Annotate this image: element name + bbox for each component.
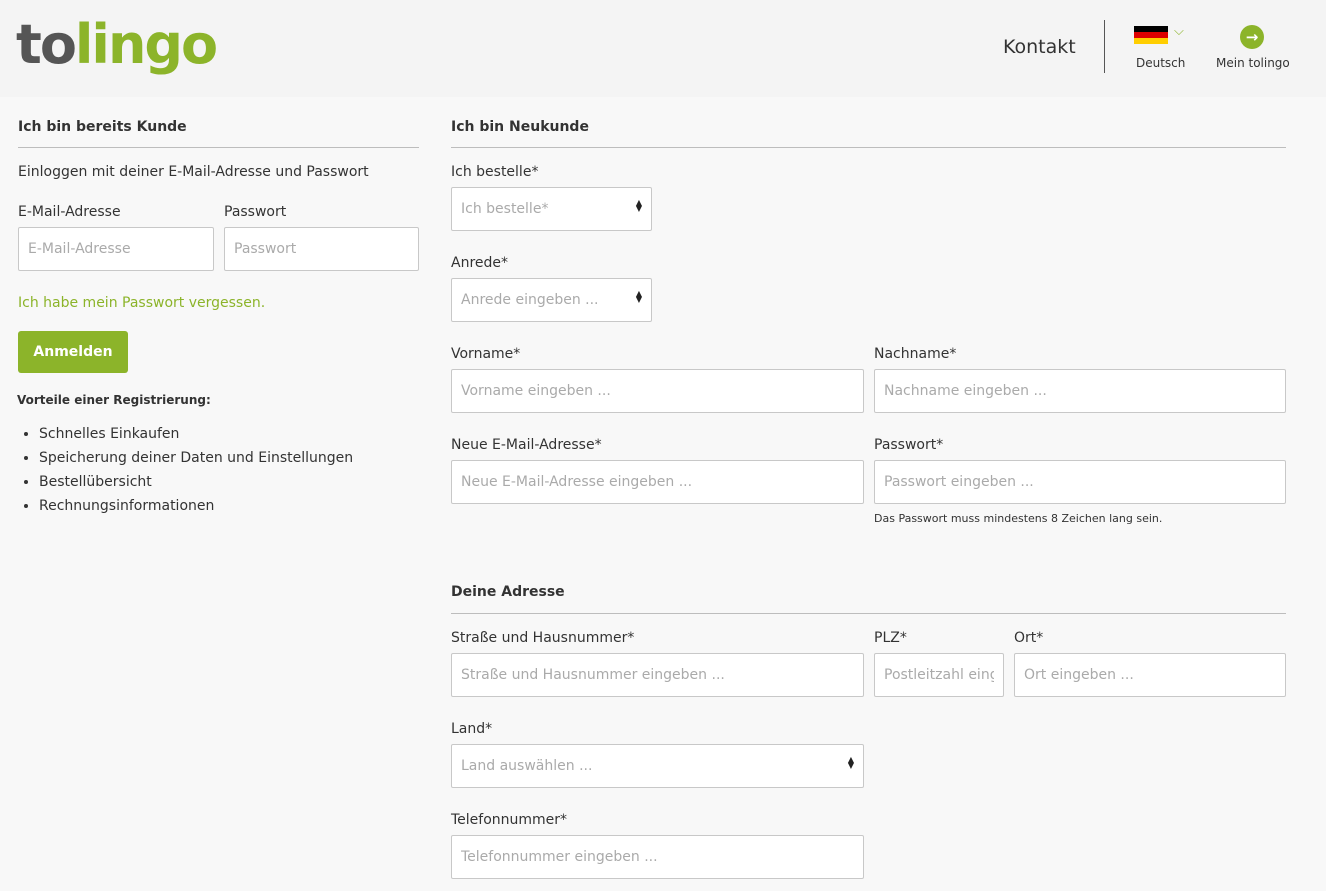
login-button[interactable]: Anmelden bbox=[18, 331, 128, 373]
register-heading: Ich bin Neukunde bbox=[451, 119, 589, 135]
zip-label: PLZ* bbox=[874, 630, 907, 646]
login-divider bbox=[18, 147, 419, 148]
login-intro: Einloggen mit deiner E-Mail-Adresse und … bbox=[18, 164, 369, 180]
german-flag-icon bbox=[1134, 26, 1168, 44]
benefit-item: Bestellübersicht bbox=[39, 472, 353, 496]
chevron-down-icon: ⌵ bbox=[1174, 24, 1184, 39]
city-input[interactable] bbox=[1014, 653, 1286, 697]
forgot-password-link[interactable]: Ich habe mein Passwort vergessen. bbox=[18, 295, 265, 311]
benefit-item: Rechnungsinformationen bbox=[39, 496, 353, 520]
logo-part-lingo: lingo bbox=[74, 13, 218, 76]
login-email-input[interactable] bbox=[18, 227, 214, 271]
phone-label: Telefonnummer* bbox=[451, 812, 568, 828]
benefits-list: Schnelles Einkaufen Speicherung deiner D… bbox=[22, 424, 353, 520]
country-placeholder: Land auswählen ... bbox=[461, 758, 593, 774]
tolingo-logo[interactable]: tolingo bbox=[16, 10, 218, 80]
contact-link[interactable]: Kontakt bbox=[1003, 36, 1076, 58]
password-hint: Das Passwort muss mindestens 8 Zeichen l… bbox=[874, 512, 1163, 525]
login-password-input[interactable] bbox=[224, 227, 419, 271]
address-heading: Deine Adresse bbox=[451, 584, 565, 600]
my-account-label[interactable]: Mein tolingo bbox=[1216, 56, 1290, 70]
salutation-select[interactable]: Anrede eingeben ... ▲ ▼ bbox=[451, 278, 652, 322]
header-divider bbox=[1104, 20, 1105, 73]
order-type-placeholder: Ich bestelle* bbox=[461, 201, 549, 217]
firstname-input[interactable] bbox=[451, 369, 864, 413]
new-password-label: Passwort* bbox=[874, 437, 944, 453]
lastname-label: Nachname* bbox=[874, 346, 957, 362]
login-heading: Ich bin bereits Kunde bbox=[18, 119, 187, 135]
street-label: Straße und Hausnummer* bbox=[451, 630, 635, 646]
new-email-label: Neue E-Mail-Adresse* bbox=[451, 437, 602, 453]
country-select[interactable]: Land auswählen ... ▲ ▼ bbox=[451, 744, 864, 788]
register-divider bbox=[451, 147, 1286, 148]
zip-input[interactable] bbox=[874, 653, 1004, 697]
language-label[interactable]: Deutsch bbox=[1136, 56, 1185, 70]
salutation-label: Anrede* bbox=[451, 255, 509, 271]
login-password-label: Passwort bbox=[224, 204, 287, 220]
address-divider bbox=[451, 613, 1286, 614]
new-email-input[interactable] bbox=[451, 460, 864, 504]
firstname-label: Vorname* bbox=[451, 346, 521, 362]
street-input[interactable] bbox=[451, 653, 864, 697]
arrow-right-icon: → bbox=[1240, 25, 1264, 49]
new-password-input[interactable] bbox=[874, 460, 1286, 504]
benefits-heading: Vorteile einer Registrierung: bbox=[17, 393, 211, 407]
select-arrows-icon: ▲ ▼ bbox=[635, 289, 642, 304]
site-header: tolingo Kontakt ⌵ Deutsch → Mein tolingo bbox=[0, 0, 1326, 97]
order-type-label: Ich bestelle* bbox=[451, 164, 539, 180]
logo-part-to: to bbox=[16, 13, 77, 76]
lastname-input[interactable] bbox=[874, 369, 1286, 413]
benefit-item: Schnelles Einkaufen bbox=[39, 424, 353, 448]
city-label: Ort* bbox=[1014, 630, 1044, 646]
phone-input[interactable] bbox=[451, 835, 864, 879]
select-arrows-icon: ▲ ▼ bbox=[847, 755, 854, 770]
salutation-placeholder: Anrede eingeben ... bbox=[461, 292, 599, 308]
select-arrows-icon: ▲ ▼ bbox=[635, 198, 642, 213]
login-email-label: E-Mail-Adresse bbox=[18, 204, 121, 220]
order-type-select[interactable]: Ich bestelle* ▲ ▼ bbox=[451, 187, 652, 231]
country-label: Land* bbox=[451, 721, 493, 737]
language-switcher[interactable]: ⌵ bbox=[1134, 24, 1190, 44]
benefit-item: Speicherung deiner Daten und Einstellung… bbox=[39, 448, 353, 472]
